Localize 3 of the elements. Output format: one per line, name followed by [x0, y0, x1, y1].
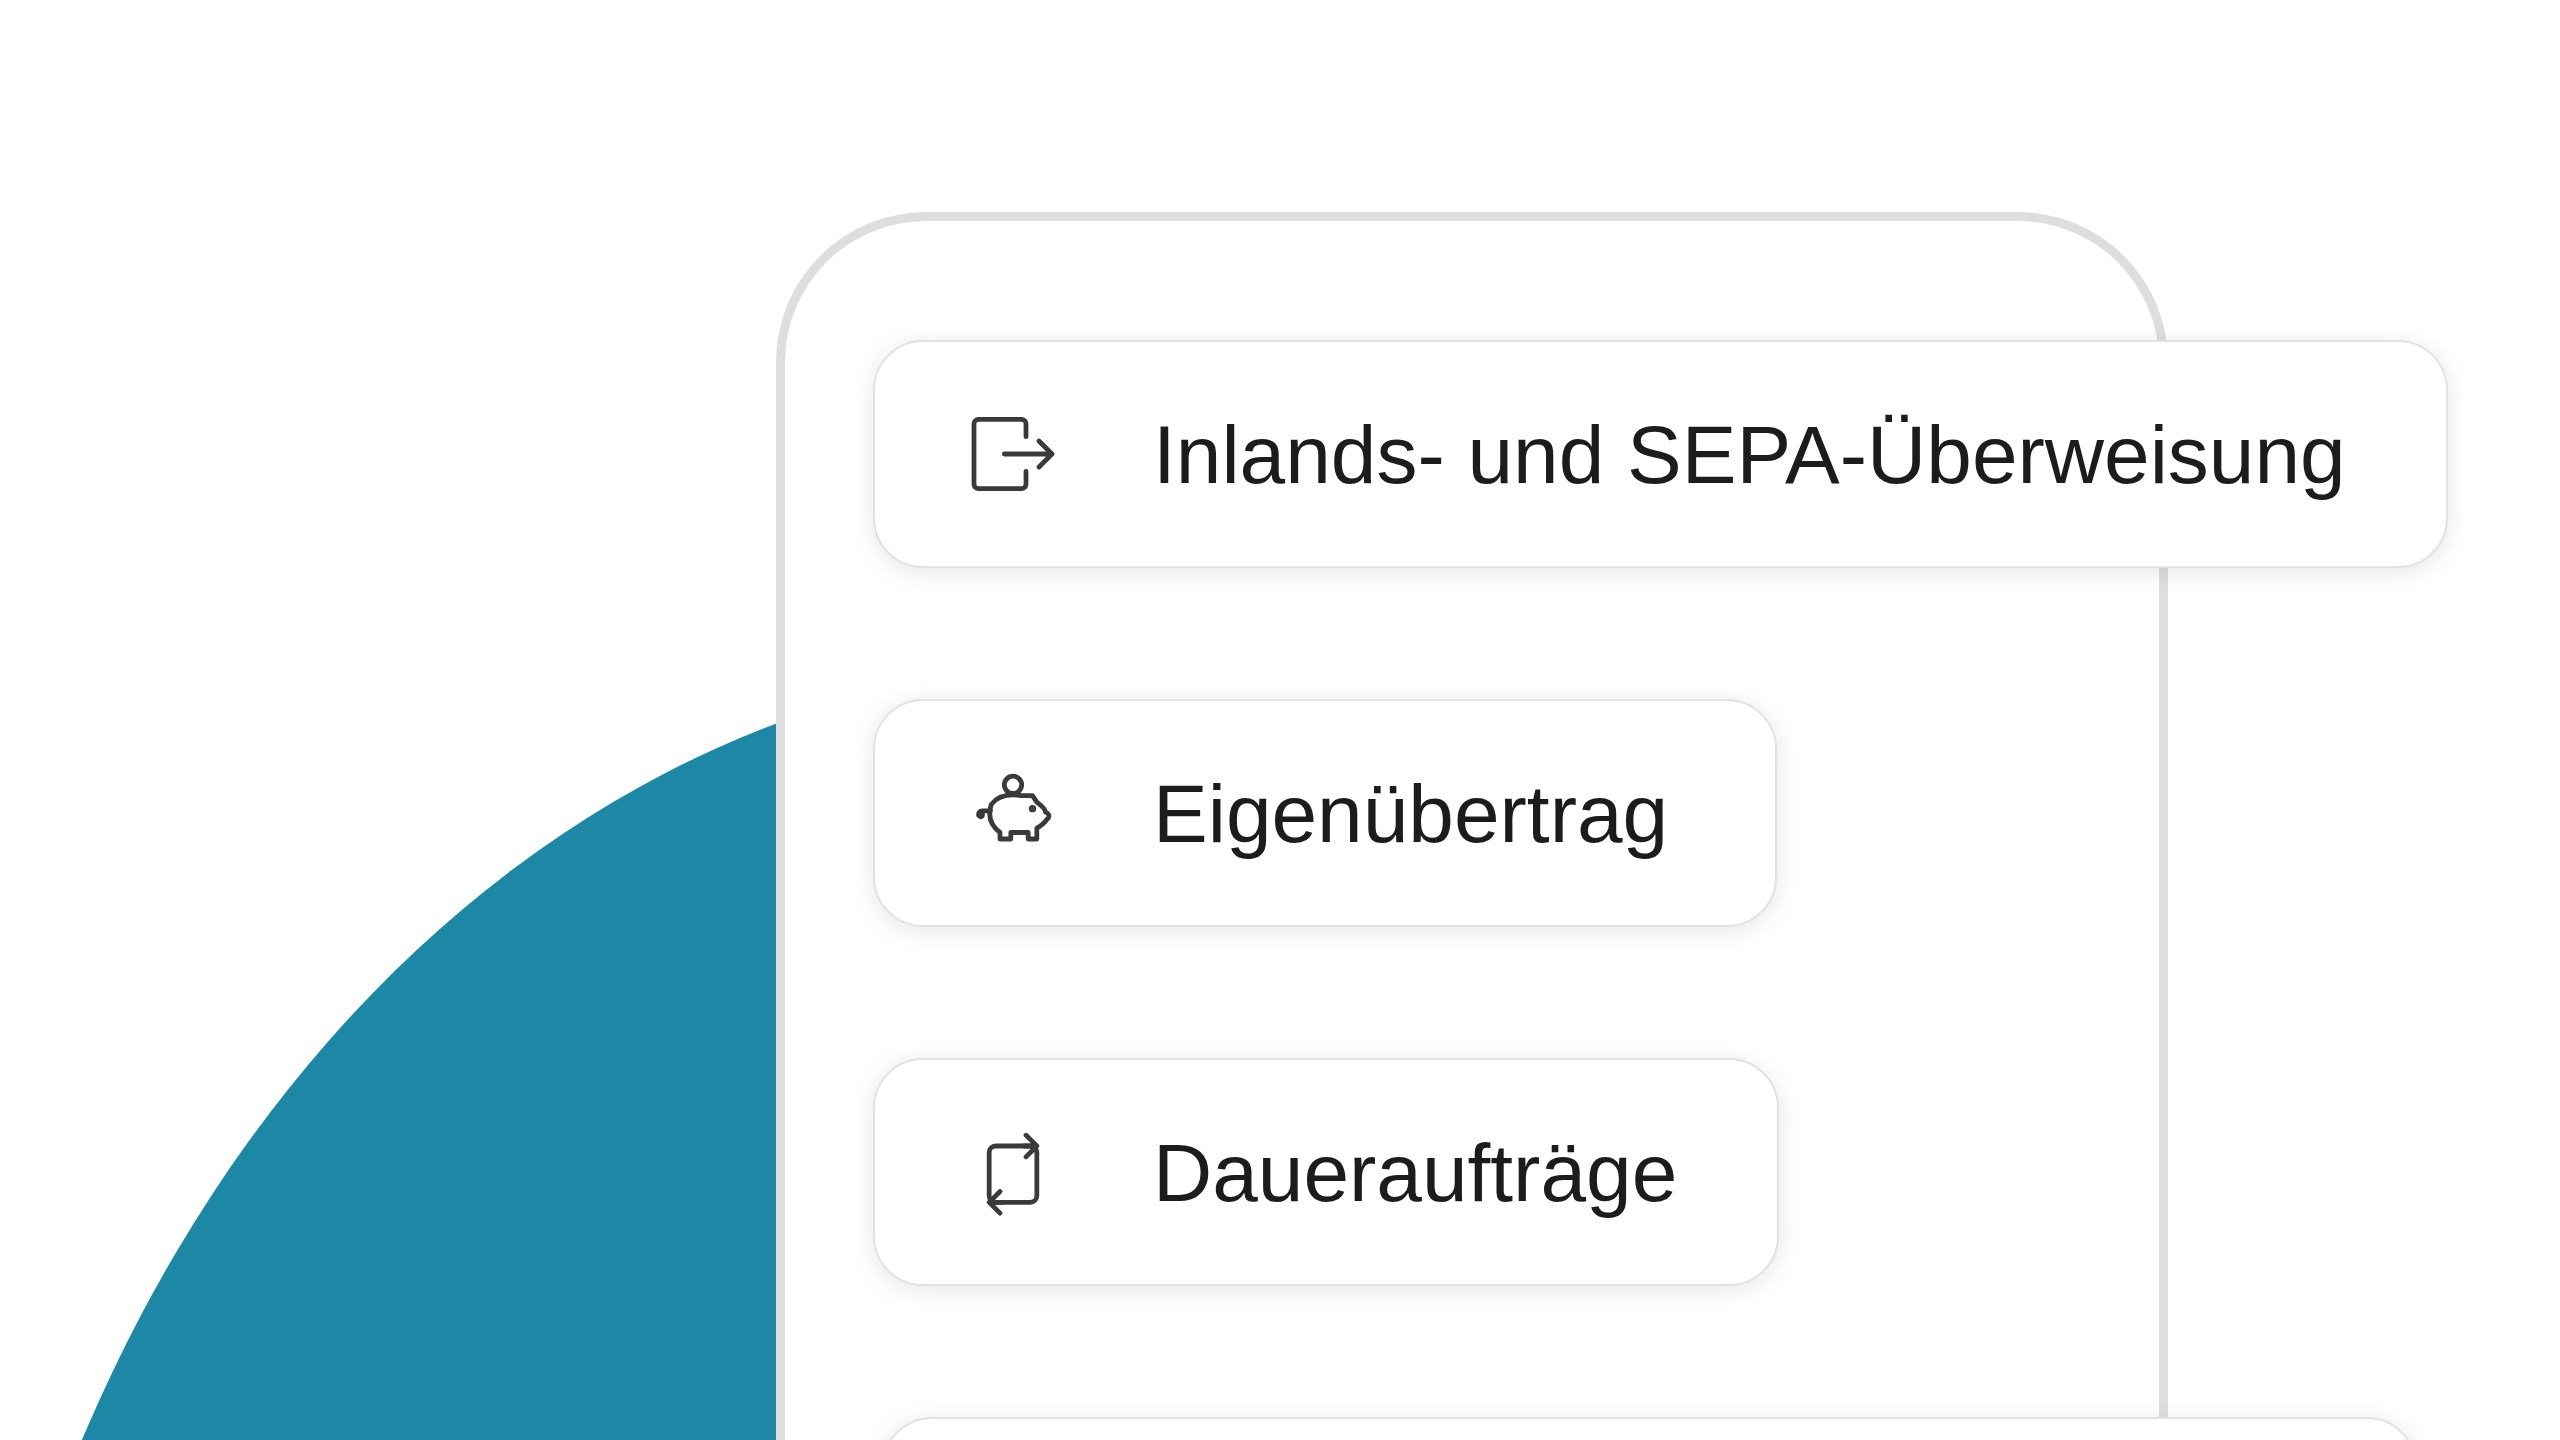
menu-item[interactable]: Inlands- und SEPA-Überweisung: [873, 340, 2448, 568]
menu-item[interactable]: Daueraufträge: [873, 1058, 1780, 1286]
menu-item[interactable]: Eigenübertrag: [873, 699, 1777, 927]
